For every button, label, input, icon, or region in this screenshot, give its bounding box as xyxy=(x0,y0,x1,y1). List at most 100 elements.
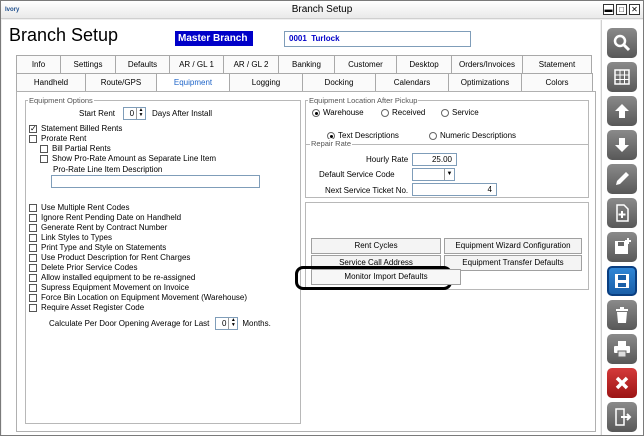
spin-down-icon[interactable]: ▼ xyxy=(137,113,145,118)
tab-route-gps[interactable]: Route/GPS xyxy=(85,73,157,91)
arrow-up-icon xyxy=(615,104,629,118)
option-checkbox[interactable]: Use Multiple Rent Codes xyxy=(29,203,129,212)
prorate-desc-label: Pro-Rate Line Item Description xyxy=(53,165,163,174)
tab-info[interactable]: Info xyxy=(16,55,61,73)
print-icon xyxy=(614,341,630,358)
prorate-rent-checkbox[interactable]: Prorate Rent xyxy=(29,134,86,143)
equipment-panel: Equipment Options Start Rent 0 ▲ ▼ Days A… xyxy=(16,91,596,432)
calc-months-stepper[interactable]: 0 ▲ ▼ xyxy=(215,317,239,330)
delete-button[interactable] xyxy=(607,300,637,330)
equipment-options-legend: Equipment Options xyxy=(29,96,93,105)
trash-icon xyxy=(616,307,628,323)
branch-code: 0001 xyxy=(289,34,307,43)
option-checkbox[interactable]: Force Bin Location on Equipment Movement… xyxy=(29,293,247,302)
pencil-icon xyxy=(616,172,629,185)
tab-row-1: Info Settings Defaults AR / GL 1 AR / GL… xyxy=(16,55,592,73)
maximize-button[interactable]: □ xyxy=(616,4,627,15)
rent-cycles-button[interactable]: Rent Cycles xyxy=(311,238,441,254)
spin-down-icon[interactable]: ▼ xyxy=(229,323,237,328)
chevron-down-icon[interactable]: ▼ xyxy=(444,169,454,180)
tab-customer[interactable]: Customer xyxy=(334,55,397,73)
start-rent-value: 0 xyxy=(129,109,135,118)
tab-row-2: Handheld Route/GPS Equipment Logging Doc… xyxy=(16,73,593,91)
hourly-rate-label: Hourly Rate xyxy=(366,155,409,164)
tab-calendars[interactable]: Calendars xyxy=(375,73,449,91)
branch-setup-window: Ivory Branch Setup ▬ □ ✕ Branch Setup Ma… xyxy=(0,0,644,436)
tab-optimizations[interactable]: Optimizations xyxy=(448,73,522,91)
cancel-button[interactable] xyxy=(607,368,637,398)
tab-logging[interactable]: Logging xyxy=(229,73,303,91)
transfer-defaults-button[interactable]: Equipment Transfer Defaults xyxy=(444,255,582,271)
bill-partial-rents-checkbox[interactable]: Bill Partial Rents xyxy=(40,144,111,153)
prorate-desc-input[interactable] xyxy=(51,175,260,188)
option-checkbox[interactable]: Print Type and Style on Statements xyxy=(29,243,166,252)
calc-average-label: Calculate Per Door Opening Average for L… xyxy=(49,319,210,328)
wizard-config-button[interactable]: Equipment Wizard Configuration xyxy=(444,238,582,254)
tab-settings[interactable]: Settings xyxy=(60,55,116,73)
window-title: Branch Setup xyxy=(291,4,353,15)
tab-handheld[interactable]: Handheld xyxy=(16,73,86,91)
checked-icon: ✓ xyxy=(29,123,37,133)
cancel-icon xyxy=(615,376,629,390)
start-rent-suffix: Days After Install xyxy=(152,109,213,118)
title-bar: Ivory Branch Setup ▬ □ ✕ xyxy=(1,1,643,19)
calc-months-value: 0 xyxy=(221,319,227,328)
calc-months-suffix: Months. xyxy=(242,319,271,328)
branch-selector[interactable]: 0001 Turlock xyxy=(284,31,471,47)
exit-icon xyxy=(615,408,632,426)
edit-button[interactable] xyxy=(607,164,637,194)
move-up-button[interactable] xyxy=(607,96,637,126)
search-button[interactable] xyxy=(607,28,637,58)
close-button[interactable]: ✕ xyxy=(629,4,640,15)
start-rent-stepper[interactable]: 0 ▲ ▼ xyxy=(123,107,147,120)
grid-view-button[interactable] xyxy=(607,62,637,92)
next-ticket-input[interactable]: 4 xyxy=(412,183,497,196)
option-checkbox[interactable]: Ignore Rent Pending Date on Handheld xyxy=(29,213,181,222)
show-prorate-checkbox[interactable]: Show Pro-Rate Amount as Separate Line It… xyxy=(40,154,216,163)
start-rent-label: Start Rent xyxy=(79,109,116,118)
main-content: Branch Setup Master Branch 0001 Turlock … xyxy=(2,20,600,435)
tab-equipment[interactable]: Equipment xyxy=(156,73,230,91)
move-down-button[interactable] xyxy=(607,130,637,160)
option-checkbox[interactable]: Link Styles to Types xyxy=(29,233,112,242)
option-checkbox[interactable]: Supress Equipment Movement on Invoice xyxy=(29,283,189,292)
tab-ar-gl-2[interactable]: AR / GL 2 xyxy=(223,55,279,73)
print-button[interactable] xyxy=(607,334,637,364)
save-new-icon xyxy=(615,238,631,254)
save-new-button[interactable] xyxy=(607,232,637,262)
tab-docking[interactable]: Docking xyxy=(302,73,376,91)
option-checkbox[interactable]: Require Asset Register Code xyxy=(29,303,144,312)
branch-name-label: Master Branch xyxy=(175,31,253,46)
toolbar-sidebar xyxy=(601,20,643,435)
statement-billed-rents-checkbox[interactable]: ✓ Statement Billed Rents xyxy=(29,124,122,133)
tab-defaults[interactable]: Defaults xyxy=(115,55,170,73)
add-document-button[interactable] xyxy=(607,198,637,228)
repair-rate-legend: Repair Rate xyxy=(310,139,353,148)
tab-desktop[interactable]: Desktop xyxy=(396,55,452,73)
minimize-button[interactable]: ▬ xyxy=(603,4,614,15)
radio-numeric-descriptions[interactable]: Numeric Descriptions xyxy=(429,131,516,140)
tab-orders-invoices[interactable]: Orders/Invoices xyxy=(451,55,523,73)
grid-icon xyxy=(614,69,630,85)
radio-received[interactable]: Received xyxy=(381,108,425,117)
next-ticket-label: Next Service Ticket No. xyxy=(325,186,409,195)
hourly-rate-input[interactable]: 25.00 xyxy=(412,153,457,166)
radio-warehouse[interactable]: Warehouse xyxy=(312,108,364,117)
option-checkbox[interactable]: Generate Rent by Contract Number xyxy=(29,223,167,232)
option-checkbox[interactable]: Use Product Description for Rent Charges xyxy=(29,253,190,262)
equipment-location-legend: Equipment Location After Pickup xyxy=(309,96,418,105)
tab-ar-gl-1[interactable]: AR / GL 1 xyxy=(169,55,224,73)
page-title: Branch Setup xyxy=(9,25,119,45)
monitor-import-defaults-button[interactable]: Monitor Import Defaults xyxy=(311,269,461,285)
exit-button[interactable] xyxy=(607,402,637,432)
tab-statement[interactable]: Statement xyxy=(522,55,592,73)
radio-service[interactable]: Service xyxy=(441,108,479,117)
default-service-code-select[interactable]: ▼ xyxy=(412,168,455,181)
tab-banking[interactable]: Banking xyxy=(278,55,335,73)
save-button[interactable] xyxy=(607,266,637,296)
option-checkbox[interactable]: Delete Prior Service Codes xyxy=(29,263,137,272)
save-icon xyxy=(615,274,629,288)
tab-colors[interactable]: Colors xyxy=(521,73,593,91)
add-document-icon xyxy=(616,204,629,222)
option-checkbox[interactable]: Allow installed equipment to be re-assig… xyxy=(29,273,195,282)
